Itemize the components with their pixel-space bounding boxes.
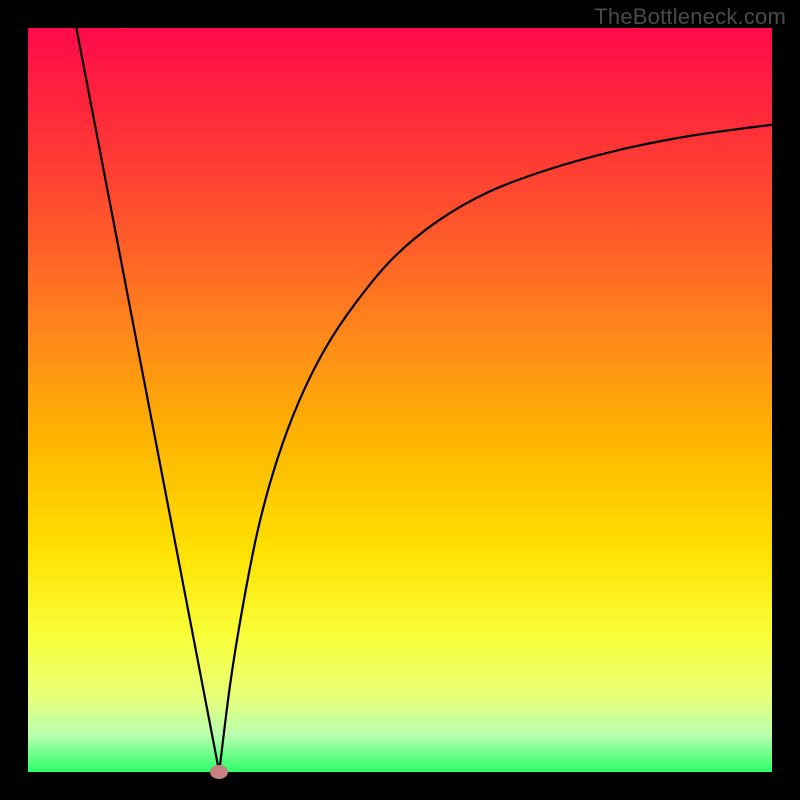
plot-area xyxy=(28,28,772,772)
watermark-text: TheBottleneck.com xyxy=(594,4,786,30)
bottleneck-curve xyxy=(28,28,772,772)
curve-path xyxy=(76,28,772,772)
chart-frame: TheBottleneck.com xyxy=(0,0,800,800)
min-marker xyxy=(210,765,228,779)
